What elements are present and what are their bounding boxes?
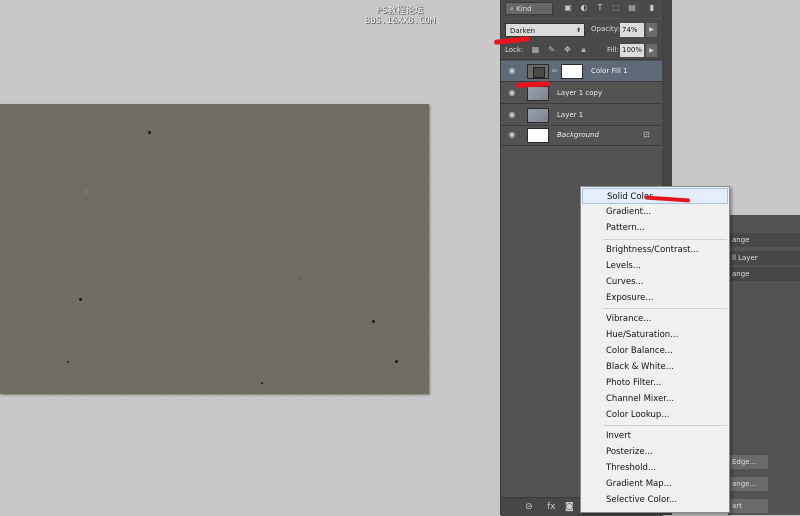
filter-toggle-icon[interactable]: ▮: [647, 3, 657, 13]
layer-background[interactable]: ◉ Background ⊡: [501, 125, 663, 146]
menu-separator: [603, 308, 727, 309]
menu-item-color-balance[interactable]: Color Balance...: [582, 343, 728, 359]
add-mask-icon[interactable]: ◙: [565, 502, 574, 512]
visibility-eye-icon[interactable]: ◉: [507, 67, 517, 75]
menu-item-exposure[interactable]: Exposure...: [582, 290, 728, 306]
lock-row: Lock: ▦ ✎ ✥ 🔒︎ Fill: 100% ▶: [501, 41, 663, 60]
type-filter-icon[interactable]: T: [595, 3, 605, 13]
layer-name: Color Fill 1: [591, 67, 628, 75]
document-image[interactable]: [0, 104, 429, 394]
watermark: PS教程论坛 BBS.16XX8.COM: [355, 6, 445, 26]
menu-item-vibrance[interactable]: Vibrance...: [582, 311, 728, 327]
menu-item-posterize[interactable]: Posterize...: [582, 444, 728, 460]
watermark-line2: BBS.16XX8.COM: [364, 16, 436, 26]
fill-label: Fill:: [607, 46, 619, 54]
lock-label: Lock:: [505, 46, 524, 54]
canvas-area: PS教程论坛 BBS.16XX8.COM: [0, 0, 500, 515]
opacity-dropdown-button[interactable]: ▶: [646, 23, 657, 37]
pixel-filter-icon[interactable]: ▣: [563, 3, 573, 13]
partial-properties-panel: ange ll Layer ange Edge... ange... art: [728, 215, 800, 515]
menu-item-pattern[interactable]: Pattern...: [582, 220, 728, 236]
menu-item-gradient-map[interactable]: Gradient Map...: [582, 476, 728, 492]
menu-item-selective-color[interactable]: Selective Color...: [582, 492, 728, 508]
adjustment-filter-icon[interactable]: ◐: [579, 3, 589, 13]
menu-item-threshold[interactable]: Threshold...: [582, 460, 728, 476]
layer-style-fx-icon[interactable]: fx: [547, 502, 556, 512]
menu-item-channel-mixer[interactable]: Channel Mixer...: [582, 391, 728, 407]
partial-item: ange...: [728, 477, 768, 491]
partial-item: ange: [728, 267, 800, 281]
fill-dropdown-button[interactable]: ▶: [646, 44, 657, 57]
adjustment-layer-menu: Solid Color... Gradient... Pattern... Br…: [580, 186, 730, 513]
filter-kind-select[interactable]: ⌕ Kind: [505, 2, 553, 15]
partial-item: ange: [728, 233, 800, 247]
mask-thumbnail[interactable]: [561, 64, 583, 79]
lock-all-icon[interactable]: 🔒︎: [579, 45, 588, 54]
link-chain-icon: ∞: [551, 66, 558, 75]
layer-thumbnail[interactable]: [527, 108, 549, 123]
menu-item-invert[interactable]: Invert: [582, 428, 728, 444]
lock-icon: ⊡: [643, 130, 650, 139]
menu-item-levels[interactable]: Levels...: [582, 258, 728, 274]
blend-mode-select[interactable]: Darken ⬍: [505, 23, 585, 37]
partial-item: ll Layer: [728, 251, 800, 265]
layer-name: Layer 1 copy: [557, 89, 603, 97]
layer-layer-1[interactable]: ◉ Layer 1: [501, 105, 663, 126]
menu-item-curves[interactable]: Curves...: [582, 274, 728, 290]
menu-item-hue-saturation[interactable]: Hue/Saturation...: [582, 327, 728, 343]
layer-thumbnail[interactable]: [527, 86, 549, 101]
visibility-eye-icon[interactable]: ◉: [507, 131, 517, 139]
opacity-input[interactable]: 74%: [620, 23, 644, 37]
opacity-label: Opacity:: [591, 25, 620, 33]
menu-item-brightness-contrast[interactable]: Brightness/Contrast...: [582, 242, 728, 258]
lock-image-icon[interactable]: ✎: [547, 45, 556, 54]
lock-transparent-icon[interactable]: ▦: [531, 45, 540, 54]
partial-item: art: [728, 499, 768, 513]
watermark-line1: PS教程论坛: [376, 6, 424, 16]
link-layers-icon[interactable]: ⊝: [525, 502, 533, 512]
layer-color-fill-1[interactable]: ◉ ∞ Color Fill 1: [501, 61, 663, 82]
menu-item-color-lookup[interactable]: Color Lookup...: [582, 407, 728, 423]
menu-separator: [603, 425, 727, 426]
smart-object-filter-icon[interactable]: ▤: [627, 3, 637, 13]
visibility-eye-icon[interactable]: ◉: [507, 89, 517, 97]
lock-position-icon[interactable]: ✥: [563, 45, 572, 54]
partial-item: Edge...: [728, 455, 768, 469]
menu-item-gradient[interactable]: Gradient...: [582, 204, 728, 220]
menu-item-black-white[interactable]: Black & White...: [582, 359, 728, 375]
visibility-eye-icon[interactable]: ◉: [507, 111, 517, 119]
layer-name: Background: [557, 131, 599, 139]
filter-row: ⌕ Kind ▣ ◐ T ⬚ ▤ ▮: [501, 0, 663, 18]
shape-filter-icon[interactable]: ⬚: [611, 3, 621, 13]
layer-name: Layer 1: [557, 111, 584, 119]
fill-thumbnail[interactable]: [527, 64, 549, 79]
layer-thumbnail[interactable]: [527, 128, 549, 143]
menu-item-photo-filter[interactable]: Photo Filter...: [582, 375, 728, 391]
chevron-updown-icon: ⬍: [575, 27, 581, 34]
menu-separator: [603, 239, 727, 240]
fill-input[interactable]: 100%: [620, 44, 644, 57]
